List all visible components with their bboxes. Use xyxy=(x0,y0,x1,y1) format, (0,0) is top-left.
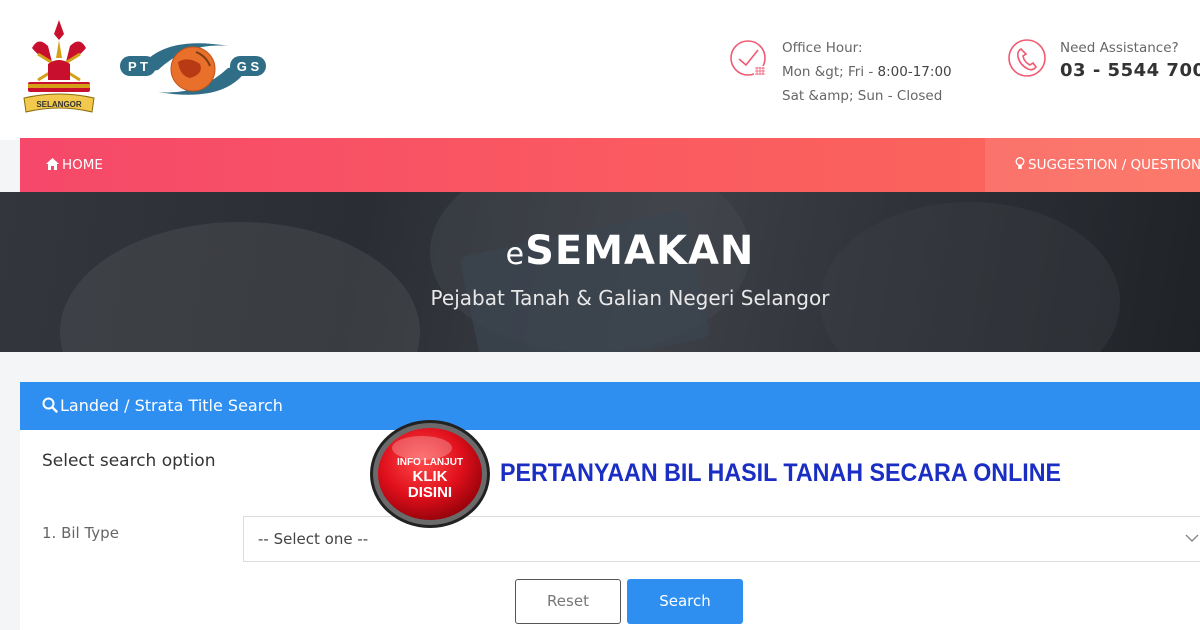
nav-suggestion-label: SUGGESTION / QUESTION xyxy=(1028,157,1200,173)
page-subtitle: Pejabat Tanah & Galian Negeri Selangor xyxy=(430,286,830,310)
phone-icon xyxy=(1008,39,1046,77)
office-hours-weekday: Mon &gt; Fri - 8:00-17:00 xyxy=(782,64,952,80)
nav-home-link[interactable]: HOME xyxy=(46,138,103,192)
nav-home-label: HOME xyxy=(62,157,103,173)
clock-icon xyxy=(730,40,766,76)
klik-disini-label: INFO LANJUT KLIK DISINI xyxy=(396,457,464,501)
assistance-phone-number[interactable]: 03 - 5544 7000 xyxy=(1060,60,1200,82)
lightbulb-icon xyxy=(1015,157,1025,169)
promo-headline[interactable]: PERTANYAAN BIL HASIL TANAH SECARA ONLINE xyxy=(500,459,1061,488)
selangor-crest-logo[interactable]: SELANGOR xyxy=(18,18,100,118)
need-assistance-label: Need Assistance? xyxy=(1060,40,1179,56)
main-navbar: HOME SUGGESTION / QUESTION xyxy=(20,138,1200,192)
home-icon xyxy=(46,158,59,170)
select-search-option-heading: Select search option xyxy=(42,451,216,471)
office-hours-text: Office Hour: Mon &gt; Fri - 8:00-17:00 S… xyxy=(782,36,952,108)
nav-suggestion-link[interactable]: SUGGESTION / QUESTION xyxy=(985,138,1200,192)
ptg-logo-right: G S xyxy=(237,59,260,74)
site-header: SELANGOR P T G S Office Hour: Mon &gt; F… xyxy=(0,0,1200,140)
search-card-title: Landed / Strata Title Search xyxy=(60,396,283,415)
need-assistance-text: Need Assistance? 03 - 5544 7000 xyxy=(1060,36,1200,82)
hero-banner: eSEMAKAN Pejabat Tanah & Galian Negeri S… xyxy=(0,192,1200,352)
ptg-logo-left: P T xyxy=(128,59,148,74)
page-title: eSEMAKAN xyxy=(505,228,755,274)
bil-type-label: 1. Bil Type xyxy=(42,524,119,542)
chevron-down-icon xyxy=(1185,534,1199,542)
hero-bg-shape xyxy=(820,202,1120,352)
office-hours-weekend: Sat &amp; Sun - Closed xyxy=(782,88,943,104)
crest-label: SELANGOR xyxy=(36,100,82,109)
search-icon xyxy=(42,397,58,413)
search-card-header: Landed / Strata Title Search xyxy=(20,382,1200,430)
search-button[interactable]: Search xyxy=(627,579,743,624)
office-hours-label: Office Hour: xyxy=(782,40,863,56)
reset-button[interactable]: Reset xyxy=(515,579,621,624)
ptg-selangor-logo[interactable]: P T G S xyxy=(118,34,268,104)
